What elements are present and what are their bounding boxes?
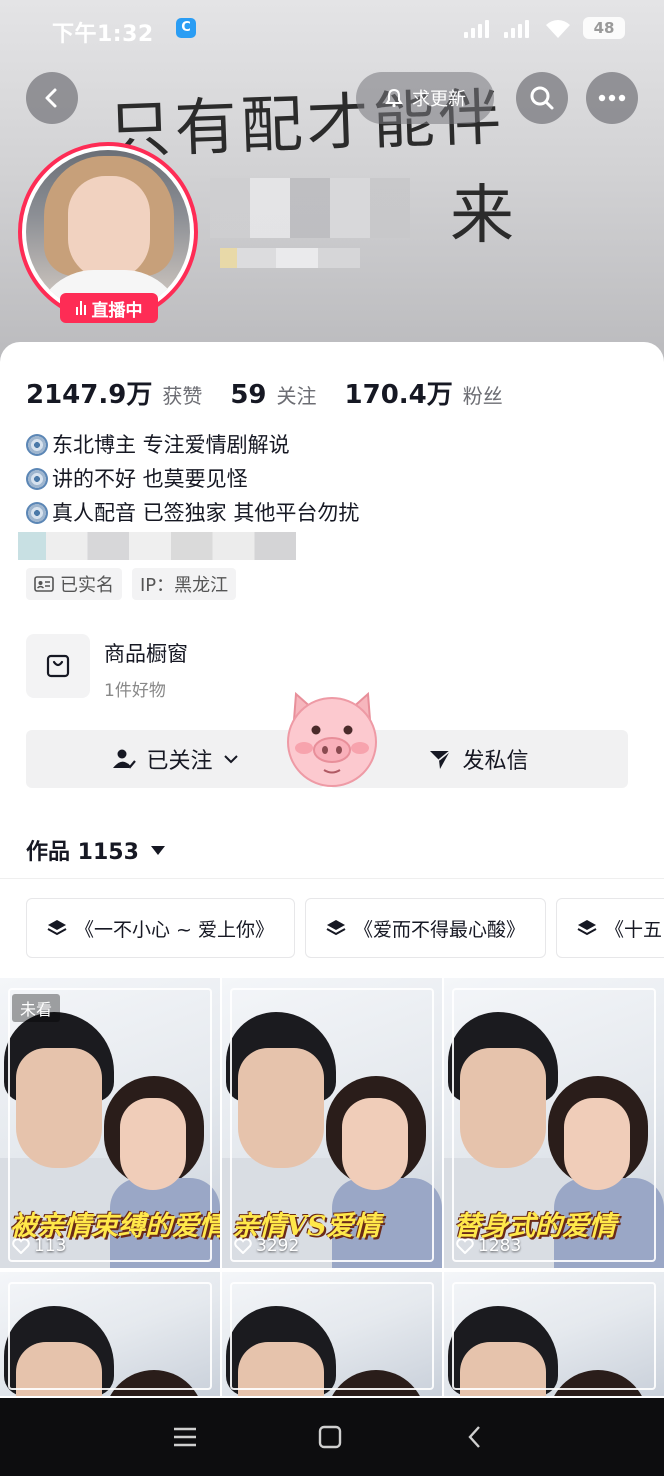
disc-icon <box>26 502 48 524</box>
likes-count-text: 113 <box>34 1236 67 1256</box>
shop-window-entry[interactable]: 商品橱窗 1件好物 <box>26 634 188 701</box>
avatar-image <box>26 150 190 314</box>
playlist-chip[interactable]: 《爱而不得最心酸》 <box>305 898 547 958</box>
home-square-icon[interactable] <box>313 1420 347 1454</box>
id-card-icon <box>34 576 54 592</box>
video-thumbnail[interactable] <box>444 1272 664 1396</box>
shop-title: 商品橱窗 <box>104 642 188 666</box>
search-icon <box>530 86 554 110</box>
ip-location-label: IP：黑龙江 <box>140 575 229 596</box>
likes-label: 获赞 <box>162 384 203 408</box>
disc-icon <box>26 468 48 490</box>
live-badge-label: 直播中 <box>91 300 143 321</box>
send-icon <box>430 750 451 769</box>
divider <box>0 878 664 879</box>
layers-icon <box>47 920 67 936</box>
caret-down-icon <box>150 845 165 855</box>
video-thumbnail[interactable] <box>0 1272 220 1396</box>
playlist-title: 《爱而不得最心酸》 <box>354 918 526 941</box>
bio-line: 东北博主 专注爱情剧解说 <box>26 428 359 462</box>
cover-mosaic-small <box>220 248 360 268</box>
video-thumbnail[interactable]: 亲情VS爱情 3292 <box>222 978 442 1268</box>
shopping-bag-icon <box>26 634 90 698</box>
shop-subtitle: 1件好物 <box>104 681 166 701</box>
video-thumbnail[interactable]: 替身式的爱情 1283 <box>444 978 664 1268</box>
likes-count-text: 3292 <box>256 1236 300 1256</box>
profile-tags: 已实名 IP：黑龙江 <box>26 568 237 600</box>
signal-icon <box>464 18 489 38</box>
more-button[interactable] <box>586 72 638 124</box>
disc-icon <box>26 434 48 456</box>
heart-icon <box>234 1238 252 1254</box>
more-dots-icon <box>598 94 626 102</box>
playlist-title: 《十五 <box>605 918 663 941</box>
works-tab[interactable]: 作品 1153 <box>26 834 165 866</box>
bio-text: 真人配音 已签独家 其他平台勿扰 <box>52 501 360 525</box>
verified-tag: 已实名 <box>26 568 122 600</box>
user-check-icon <box>113 749 137 769</box>
following-count[interactable]: 59 <box>230 380 266 410</box>
works-count-label: 作品 1153 <box>26 840 139 865</box>
pig-sticker-icon <box>287 691 377 787</box>
playlist-chip[interactable]: 《一不小心 ~ 爱上你》 <box>26 898 295 958</box>
cover-mosaic <box>210 178 410 238</box>
followers-label: 粉丝 <box>462 384 503 408</box>
chevron-left-icon <box>45 88 57 108</box>
profile-page: 下午1:32 C 48 只有配才能伴你 来 求更新 直播中 2147.9万 获赞… <box>0 0 664 1476</box>
system-nav-bar <box>0 1398 664 1476</box>
verified-label: 已实名 <box>60 575 114 596</box>
followed-label: 已关注 <box>146 749 213 774</box>
request-update-button[interactable]: 求更新 <box>356 72 494 124</box>
layers-icon <box>326 920 346 936</box>
video-grid: 未看 被亲情束缚的爱情 113 亲情VS爱情 3292 替身式的爱情 1283 <box>0 978 664 1396</box>
request-update-label: 求更新 <box>412 89 466 110</box>
chevron-down-icon <box>223 755 238 764</box>
live-badge[interactable]: 直播中 <box>60 293 158 323</box>
layers-icon <box>577 920 597 936</box>
bio-line: 真人配音 已签独家 其他平台勿扰 <box>26 496 359 530</box>
playlist-title: 《一不小心 ~ 爱上你》 <box>75 918 274 941</box>
signal-icon-2 <box>504 18 529 38</box>
stats-row: 2147.9万 获赞 59 关注 170.4万 粉丝 <box>26 374 521 411</box>
ip-location-tag: IP：黑龙江 <box>132 568 237 600</box>
bio-text: 东北博主 专注爱情剧解说 <box>52 433 290 457</box>
cover-handwriting-line2: 来 <box>450 179 514 253</box>
likes-count-text: 1283 <box>478 1236 522 1256</box>
profile-header-background: 下午1:32 C 48 只有配才能伴你 来 求更新 直播中 <box>0 0 664 380</box>
heart-icon <box>12 1238 30 1254</box>
wifi-icon <box>544 16 572 44</box>
send-message-label: 发私信 <box>462 749 529 774</box>
video-likes: 113 <box>12 1236 66 1256</box>
following-label: 关注 <box>276 384 317 408</box>
bio: 东北博主 专注爱情剧解说 讲的不好 也莫要见怪 真人配音 已签独家 其他平台勿扰 <box>26 428 359 530</box>
live-bars-icon <box>75 301 86 315</box>
bio-line: 讲的不好 也莫要见怪 <box>26 462 359 496</box>
status-time: 下午1:32 <box>52 22 154 47</box>
heart-icon <box>456 1238 474 1254</box>
video-likes: 1283 <box>456 1236 521 1256</box>
video-likes: 3292 <box>234 1236 299 1256</box>
back-arrow-icon[interactable] <box>458 1420 492 1454</box>
search-button[interactable] <box>516 72 568 124</box>
video-thumbnail[interactable]: 未看 被亲情束缚的爱情 113 <box>0 978 220 1268</box>
followers-count[interactable]: 170.4万 <box>345 374 453 411</box>
bio-mosaic <box>18 532 296 560</box>
bell-icon <box>385 88 403 108</box>
playlist-chip[interactable]: 《十五 <box>556 898 664 958</box>
bio-text: 讲的不好 也莫要见怪 <box>52 467 248 491</box>
video-thumbnail[interactable] <box>222 1272 442 1396</box>
status-bar: 下午1:32 C 48 <box>0 14 664 47</box>
unseen-badge: 未看 <box>12 994 61 1022</box>
back-button[interactable] <box>26 72 78 124</box>
playlist-row: 《一不小心 ~ 爱上你》 《爱而不得最心酸》 《十五 <box>26 898 664 958</box>
likes-count[interactable]: 2147.9万 <box>26 374 152 411</box>
menu-icon[interactable] <box>168 1420 202 1454</box>
battery-indicator: 48 <box>583 17 625 39</box>
app-notification-icon: C <box>176 18 196 38</box>
